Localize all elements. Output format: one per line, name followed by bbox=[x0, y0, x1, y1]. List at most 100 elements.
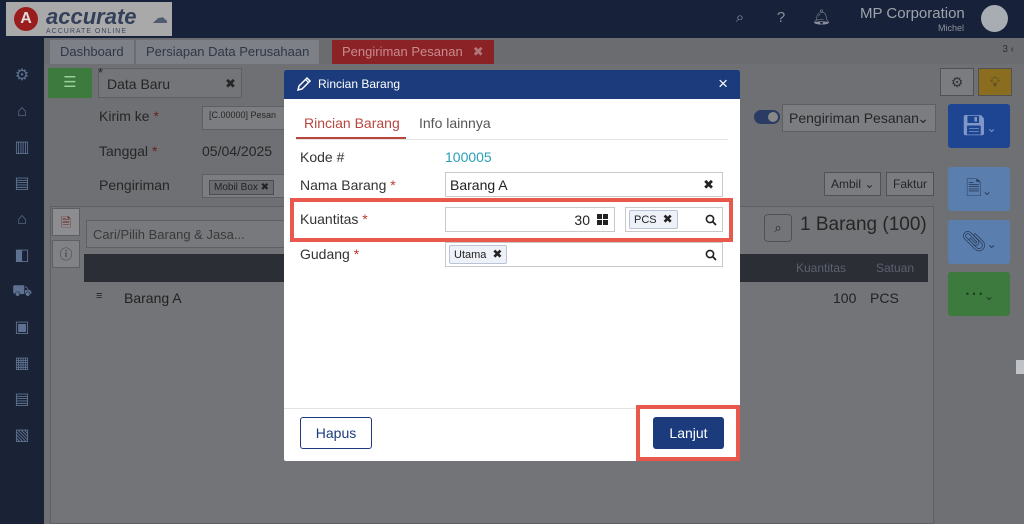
nama-barang-value: Barang A bbox=[450, 177, 508, 193]
sidebar: ⚙ ⌂ ▥ ▤ ⌂ ◧ ⛟ ▣ ▦ ▤ ▧ bbox=[0, 38, 44, 524]
required-mark: * bbox=[390, 177, 396, 193]
column-header-kuantitas[interactable]: Kuantitas bbox=[796, 261, 846, 275]
cart-box-icon[interactable]: ▣ bbox=[12, 318, 32, 338]
kirim-ke-field[interactable]: [C.00000] Pesan bbox=[202, 106, 286, 130]
logo-text: accurate bbox=[46, 4, 137, 29]
label-text: Kirim ke bbox=[99, 108, 150, 124]
drag-handle-icon[interactable]: ≡ bbox=[96, 290, 102, 302]
highlight-lanjut bbox=[636, 405, 740, 461]
search-icon[interactable] bbox=[705, 249, 717, 261]
row-qty: 100 bbox=[833, 290, 857, 306]
nama-barang-field[interactable]: Barang A ✖ bbox=[445, 172, 723, 197]
info-icon[interactable]: ⓘ bbox=[52, 240, 80, 268]
hapus-button[interactable]: Hapus bbox=[300, 417, 372, 449]
close-icon[interactable]: ✖ bbox=[225, 76, 236, 92]
tab-persiapan-data[interactable]: Persiapan Data Perusahaan bbox=[136, 40, 320, 64]
settings-doc-icon[interactable]: ▧ bbox=[12, 426, 32, 446]
list-icon[interactable]: ☰ bbox=[48, 68, 92, 98]
row-unit: PCS bbox=[870, 290, 899, 306]
cart-icon[interactable]: ⛟ bbox=[12, 282, 32, 302]
gear-icon[interactable]: ⚙ bbox=[12, 66, 32, 86]
building-icon[interactable]: ▥ bbox=[12, 138, 32, 158]
tab-divider bbox=[296, 139, 728, 140]
search-icon[interactable]: ⌕ bbox=[764, 214, 792, 242]
lightbulb-icon[interactable]: 💡︎ bbox=[978, 68, 1012, 96]
gudang-label: Gudang * bbox=[300, 246, 359, 262]
pengiriman-field[interactable]: Mobil Box ✖ bbox=[202, 174, 286, 198]
help-icon[interactable]: ? bbox=[772, 9, 790, 27]
gudang-field[interactable]: Utama ✖ bbox=[445, 242, 723, 267]
pengiriman-chip: Mobil Box ✖ bbox=[209, 180, 275, 195]
remove-chip-icon[interactable]: ✖ bbox=[492, 247, 502, 261]
document-icon[interactable]: 🗎︎ bbox=[52, 208, 80, 236]
required-mark: * bbox=[353, 246, 360, 262]
more-actions-button[interactable]: ⋯⌄ bbox=[948, 272, 1010, 316]
search-icon[interactable]: ⌕ bbox=[731, 9, 749, 27]
institution-icon[interactable]: ⌂ bbox=[12, 210, 32, 230]
item-count: 1 Barang (100) bbox=[800, 214, 927, 235]
book-icon[interactable]: ▤ bbox=[12, 174, 32, 194]
label-text: Nama Barang bbox=[300, 177, 387, 193]
avatar[interactable] bbox=[981, 5, 1008, 32]
ellipsis-icon: ⋯ bbox=[963, 283, 984, 305]
nama-barang-label: Nama Barang * bbox=[300, 177, 396, 193]
scroll-arrow[interactable] bbox=[1016, 360, 1024, 374]
select-value: Pengiriman Pesanan bbox=[789, 110, 919, 126]
report-icon[interactable]: ▤ bbox=[12, 390, 32, 410]
gear-icon[interactable]: ⚙ bbox=[940, 68, 974, 96]
toggle-switch[interactable] bbox=[754, 110, 780, 124]
item-search-input[interactable]: Cari/Pilih Barang & Jasa... bbox=[86, 220, 286, 248]
bell-icon[interactable]: 🔔︎ bbox=[812, 9, 831, 27]
user-name: Michel bbox=[938, 23, 965, 33]
ambil-button[interactable]: Ambil ⌄ bbox=[824, 172, 882, 196]
document-icon: 🗎︎ bbox=[965, 178, 983, 200]
bank-icon[interactable]: ⌂ bbox=[12, 102, 32, 122]
paperclip-icon: 📎︎ bbox=[961, 231, 987, 253]
cloud-icon: ☁ bbox=[152, 10, 168, 27]
tab-rincian-barang[interactable]: Rincian Barang bbox=[304, 115, 400, 131]
kirim-ke-label: Kirim ke * bbox=[99, 108, 159, 124]
tab-pengiriman-pesanan[interactable]: Pengiriman Pesanan ✖ bbox=[332, 40, 494, 64]
logo-subtext: ACCURATE ONLINE bbox=[46, 28, 127, 35]
close-icon[interactable]: × bbox=[718, 74, 728, 94]
logo[interactable]: A accurate ACCURATE ONLINE ☁ bbox=[6, 2, 172, 36]
clear-icon[interactable]: ✖ bbox=[703, 177, 714, 193]
dialog-title: Rincian Barang bbox=[318, 77, 401, 91]
required-mark: * bbox=[151, 143, 158, 159]
chip-label: Utama bbox=[454, 249, 487, 261]
tabs-bar: Dashboard Persiapan Data Perusahaan Peng… bbox=[44, 38, 1024, 64]
print-button[interactable]: 🗎︎⌄ bbox=[948, 167, 1010, 211]
tanggal-label: Tanggal * bbox=[99, 143, 157, 159]
save-button[interactable]: 💾︎⌄ bbox=[948, 104, 1010, 148]
row-item-name: Barang A bbox=[124, 290, 182, 306]
tab-info-lainnya[interactable]: Info lainnya bbox=[419, 115, 491, 131]
chevron-down-icon: ⌄ bbox=[983, 289, 995, 303]
active-tab-indicator bbox=[296, 137, 406, 139]
factory-icon[interactable]: ▦ bbox=[12, 354, 32, 374]
pengiriman-label: Pengiriman bbox=[99, 177, 170, 193]
document-type-select[interactable]: Pengiriman Pesanan ⌄ bbox=[782, 104, 936, 132]
button-label: Ambil bbox=[831, 177, 862, 191]
tab-count[interactable]: 3 ‹ bbox=[1002, 44, 1014, 55]
tab-dashboard[interactable]: Dashboard bbox=[50, 40, 134, 64]
close-icon[interactable]: ✖ bbox=[473, 44, 484, 59]
attachment-button[interactable]: 📎︎⌄ bbox=[948, 220, 1010, 264]
column-header-satuan[interactable]: Satuan bbox=[876, 261, 914, 275]
gudang-chip: Utama ✖ bbox=[449, 245, 508, 264]
faktur-button[interactable]: Faktur bbox=[886, 172, 935, 196]
unsaved-marker: * bbox=[98, 65, 104, 80]
chevron-down-icon: ⌄ bbox=[986, 121, 997, 135]
company-name[interactable]: MP Corporation bbox=[860, 5, 965, 22]
bag-icon[interactable]: ◧ bbox=[12, 246, 32, 266]
logo-icon: A bbox=[14, 7, 38, 31]
tanggal-field[interactable]: 05/04/2025 bbox=[196, 140, 286, 164]
pencil-icon bbox=[296, 76, 312, 92]
document-tab-label: Data Baru bbox=[107, 76, 171, 92]
kode-value[interactable]: 100005 bbox=[445, 149, 492, 165]
highlight-kuantitas bbox=[290, 198, 733, 242]
label-text: Tanggal bbox=[99, 143, 149, 159]
chip-label: Mobil Box bbox=[214, 182, 258, 193]
kode-label: Kode # bbox=[300, 149, 345, 165]
document-tab[interactable]: * Data Baru ✖ bbox=[98, 65, 242, 98]
rincian-barang-dialog: Rincian Barang × Rincian Barang Info lai… bbox=[284, 70, 740, 461]
